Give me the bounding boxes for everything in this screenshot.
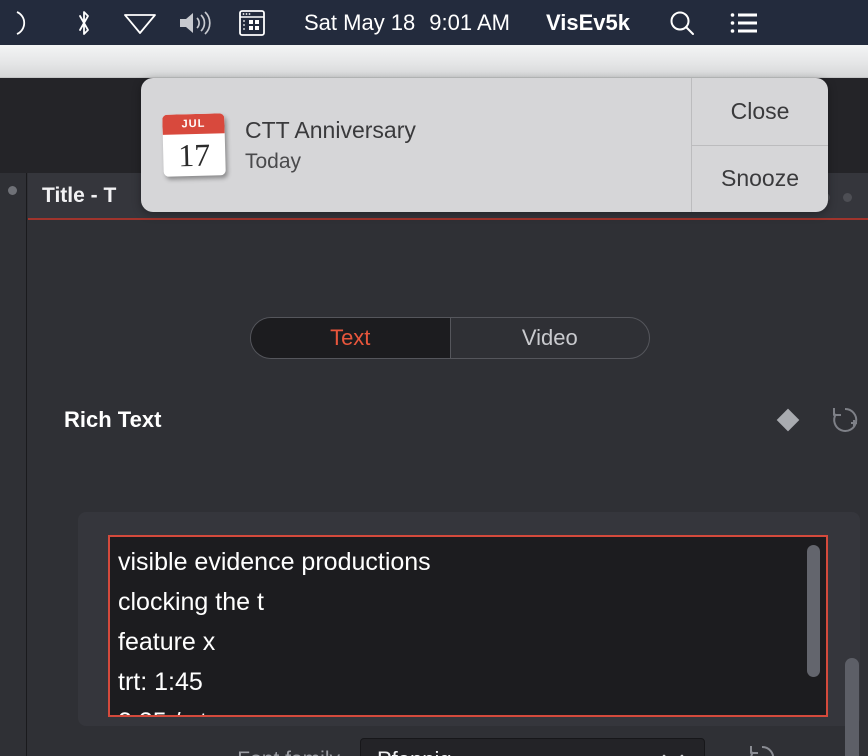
bluetooth-icon[interactable] bbox=[56, 0, 112, 45]
desktop-background-band bbox=[0, 45, 868, 78]
keyboard-shortcuts-icon[interactable] bbox=[224, 0, 280, 45]
tab-text[interactable]: Text bbox=[251, 318, 450, 358]
font-family-value: Pfennig bbox=[377, 747, 452, 756]
notification-subtitle: Today bbox=[245, 150, 416, 174]
time-machine-icon[interactable] bbox=[0, 0, 56, 45]
notification-title: CTT Anniversary bbox=[245, 117, 416, 144]
macos-menu-bar: Sat May 18 9:01 AM VisEv5k bbox=[0, 0, 868, 45]
volume-icon[interactable] bbox=[168, 0, 224, 45]
rich-text-container: visible evidence productions clocking th… bbox=[78, 512, 860, 726]
calendar-icon: JUL 17 bbox=[162, 113, 226, 177]
rich-text-input[interactable]: visible evidence productions clocking th… bbox=[108, 535, 828, 717]
reset-add-keyframe-icon[interactable] bbox=[830, 405, 860, 435]
font-family-row: Font family Pfennig bbox=[78, 737, 860, 756]
rich-text-scrollbar[interactable] bbox=[807, 545, 820, 677]
inspector-body: Text Video Rich Text bbox=[28, 220, 868, 756]
rich-text-line: feature x bbox=[118, 622, 816, 662]
calendar-month: JUL bbox=[162, 113, 225, 135]
menu-bar-right-icons bbox=[658, 0, 768, 45]
notification-center-icon[interactable] bbox=[720, 0, 768, 45]
section-title: Rich Text bbox=[64, 407, 161, 433]
font-family-dropdown[interactable]: Pfennig bbox=[360, 738, 705, 756]
header-dot-icon[interactable] bbox=[843, 193, 852, 202]
menu-bar-date: Sat May 18 bbox=[304, 10, 415, 36]
calendar-day: 17 bbox=[163, 133, 226, 177]
notification-actions: Close Snooze bbox=[691, 78, 828, 212]
notification-content: JUL 17 CTT Anniversary Today bbox=[141, 78, 691, 212]
rich-text-line: trt: 1:45 bbox=[118, 662, 816, 702]
rich-text-line: 2.35 / stereo bbox=[118, 702, 816, 717]
rich-text-section-header: Rich Text bbox=[64, 398, 860, 442]
menu-bar-clock[interactable]: Sat May 18 9:01 AM bbox=[304, 10, 510, 36]
inspector-tabs: Text Video bbox=[250, 317, 650, 359]
close-button[interactable]: Close bbox=[692, 78, 828, 145]
rich-text-lines: visible evidence productions clocking th… bbox=[110, 537, 826, 717]
wifi-icon[interactable] bbox=[112, 0, 168, 45]
menu-bar-user[interactable]: VisEv5k bbox=[546, 10, 630, 36]
diamond-keyframe-icon[interactable] bbox=[777, 409, 800, 432]
section-header-icons bbox=[780, 405, 860, 435]
screen: Sat May 18 9:01 AM VisEv5k bbox=[0, 0, 868, 756]
font-family-reset-icon[interactable] bbox=[747, 743, 777, 756]
rich-text-line: visible evidence productions bbox=[118, 542, 816, 582]
rail-dot-icon[interactable] bbox=[8, 186, 17, 195]
menu-bar-time: 9:01 AM bbox=[429, 10, 510, 36]
tab-video[interactable]: Video bbox=[451, 318, 650, 358]
left-rail bbox=[0, 173, 27, 756]
font-family-label: Font family bbox=[78, 748, 360, 756]
menu-bar-status-icons bbox=[0, 0, 280, 45]
page-title: Title - T bbox=[42, 184, 116, 208]
inspector-scrollbar[interactable] bbox=[845, 658, 859, 756]
snooze-button[interactable]: Snooze bbox=[692, 145, 828, 213]
rich-text-line: clocking the t bbox=[118, 582, 816, 622]
search-icon[interactable] bbox=[658, 0, 706, 45]
notification-text: CTT Anniversary Today bbox=[245, 117, 416, 174]
notification-banner[interactable]: JUL 17 CTT Anniversary Today Close Snooz… bbox=[141, 78, 828, 212]
